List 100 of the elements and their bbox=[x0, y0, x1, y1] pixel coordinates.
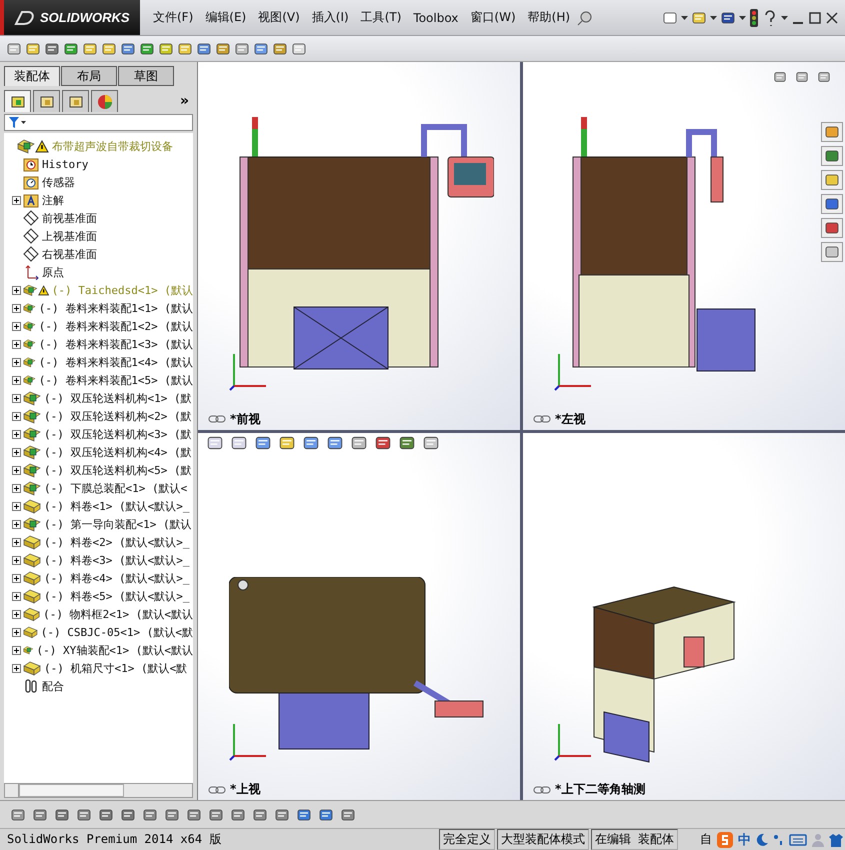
expand-toggle-icon[interactable] bbox=[12, 322, 21, 330]
tree-item[interactable]: (-) 料卷<5> (默认<默认>_ bbox=[44, 588, 190, 604]
moon-icon[interactable] bbox=[755, 832, 769, 846]
sketch-tool-icon[interactable] bbox=[54, 806, 70, 822]
expand-toggle-icon[interactable] bbox=[12, 466, 21, 474]
tree-item[interactable]: (-) 双压轮送料机构<3> (默 bbox=[44, 426, 192, 442]
expand-toggle-icon[interactable] bbox=[12, 556, 21, 564]
tree-item[interactable]: 上视基准面 bbox=[42, 228, 97, 244]
viewport[interactable]: *上下二等角轴测 bbox=[523, 432, 845, 800]
expand-toggle-icon[interactable] bbox=[12, 376, 21, 384]
open-folder-icon[interactable] bbox=[691, 10, 707, 26]
tree-item[interactable]: (-) 第一导向装配<1> (默认 bbox=[44, 516, 192, 532]
tree-item[interactable]: (-) 料卷<1> (默认<默认>_ bbox=[44, 498, 190, 514]
caret-icon[interactable] bbox=[739, 16, 746, 20]
tree-item[interactable]: 配合 bbox=[42, 678, 64, 694]
caret-icon[interactable] bbox=[710, 16, 717, 20]
view-tool-icon[interactable] bbox=[350, 434, 368, 452]
expand-toggle-icon[interactable] bbox=[12, 574, 21, 582]
toolbar-tool-icon[interactable] bbox=[25, 40, 41, 56]
sketch-tool-icon[interactable] bbox=[208, 806, 224, 822]
view-tool-icon[interactable] bbox=[374, 434, 392, 452]
task-pane-button[interactable] bbox=[821, 122, 843, 142]
panel-tab[interactable]: 草图 bbox=[118, 66, 174, 86]
toolbar-tool-icon[interactable] bbox=[177, 40, 193, 56]
traffic-light-icon[interactable] bbox=[749, 8, 759, 26]
tree-item[interactable]: (-) CSBJC-05<1> (默认<默 bbox=[40, 624, 193, 640]
horizontal-scrollbar[interactable] bbox=[4, 783, 193, 798]
expand-toggle-icon[interactable] bbox=[12, 538, 21, 546]
sketch-tool-icon[interactable] bbox=[98, 806, 114, 822]
toolbar-tool-icon[interactable] bbox=[158, 40, 174, 56]
sketch-tool-icon[interactable] bbox=[32, 806, 48, 822]
menu-item[interactable]: 文件(F) bbox=[148, 6, 198, 30]
expand-toggle-icon[interactable] bbox=[12, 358, 21, 366]
sketch-tool-icon[interactable] bbox=[142, 806, 158, 822]
punctuation-icon[interactable] bbox=[773, 832, 785, 846]
ime-logo-icon[interactable] bbox=[716, 830, 734, 848]
filter-field[interactable] bbox=[4, 114, 193, 131]
view-tool-icon[interactable] bbox=[206, 434, 224, 452]
toolbar-tool-icon[interactable] bbox=[101, 40, 117, 56]
tree-item[interactable]: (-) 卷料来料装配1<5> (默认 bbox=[38, 372, 193, 388]
panel-tab[interactable]: 布局 bbox=[61, 66, 117, 86]
tree-item[interactable]: (-) 料卷<3> (默认<默认>_ bbox=[44, 552, 190, 568]
new-document-icon[interactable] bbox=[662, 10, 678, 26]
view-tool-icon[interactable] bbox=[326, 434, 344, 452]
caret-icon[interactable] bbox=[681, 16, 688, 20]
tree-item[interactable]: 右视基准面 bbox=[42, 246, 97, 262]
toolbar-tool-icon[interactable] bbox=[215, 40, 231, 56]
tree-item[interactable]: (-) XY轴装配<1> (默认<默认 bbox=[36, 642, 193, 658]
task-pane-button[interactable] bbox=[821, 218, 843, 238]
menu-item[interactable]: 视图(V) bbox=[253, 6, 305, 30]
sketch-tool-icon[interactable] bbox=[318, 806, 334, 822]
viewport[interactable]: *左视 bbox=[523, 62, 845, 430]
view-tool-icon[interactable] bbox=[398, 434, 416, 452]
toolbar-tool-icon[interactable] bbox=[63, 40, 79, 56]
menu-item[interactable]: Toolbox bbox=[408, 6, 464, 30]
tree-item[interactable]: (-) 物料框2<1> (默认<默认 bbox=[43, 606, 193, 622]
task-pane-button[interactable] bbox=[821, 146, 843, 166]
sketch-tool-icon[interactable] bbox=[164, 806, 180, 822]
expand-toggle-icon[interactable] bbox=[12, 646, 21, 654]
view-tool-icon[interactable] bbox=[254, 434, 272, 452]
toolbar-tool-icon[interactable] bbox=[82, 40, 98, 56]
shirt-icon[interactable] bbox=[829, 832, 843, 846]
expand-toggle-icon[interactable] bbox=[12, 412, 21, 420]
tree-item[interactable]: (-) 卷料来料装配1<4> (默认 bbox=[38, 354, 193, 370]
menu-item[interactable]: 帮助(H) bbox=[522, 6, 576, 30]
feature-tree-tab[interactable] bbox=[4, 90, 31, 112]
tree-item[interactable]: 布带超声波自带裁切设备 bbox=[52, 138, 173, 154]
viewport-control-icon[interactable] bbox=[773, 70, 787, 84]
expand-toggle-icon[interactable] bbox=[12, 340, 21, 348]
menu-item[interactable]: 工具(T) bbox=[356, 6, 406, 30]
tree-item[interactable]: (-) Taichedsd<1> (默认 bbox=[52, 282, 193, 298]
toolbar-tool-icon[interactable] bbox=[6, 40, 22, 56]
toolbar-tool-icon[interactable] bbox=[139, 40, 155, 56]
configuration-tab[interactable] bbox=[62, 90, 89, 112]
tree-item[interactable]: History bbox=[42, 158, 88, 170]
expand-toggle-icon[interactable] bbox=[12, 628, 21, 636]
view-tool-icon[interactable] bbox=[230, 434, 248, 452]
sketch-tool-icon[interactable] bbox=[274, 806, 290, 822]
tree-item[interactable]: (-) 料卷<4> (默认<默认>_ bbox=[44, 570, 190, 586]
sketch-tool-icon[interactable] bbox=[76, 806, 92, 822]
more-tabs-button[interactable]: » bbox=[176, 93, 193, 109]
toolbar-tool-icon[interactable] bbox=[44, 40, 60, 56]
expand-toggle-icon[interactable] bbox=[12, 286, 21, 294]
tree-item[interactable]: (-) 下膜总装配<1> (默认< bbox=[44, 480, 188, 496]
task-pane-button[interactable] bbox=[821, 170, 843, 190]
keyboard-icon[interactable] bbox=[789, 832, 807, 846]
expand-toggle-icon[interactable] bbox=[12, 430, 21, 438]
viewport[interactable]: *上视 bbox=[198, 432, 520, 800]
tree-item[interactable]: (-) 机箱尺寸<1> (默认<默 bbox=[44, 660, 188, 676]
viewport[interactable]: *前视 bbox=[198, 62, 520, 430]
expand-toggle-icon[interactable] bbox=[12, 196, 21, 204]
tree-item[interactable]: 前视基准面 bbox=[42, 210, 97, 226]
toolbar-tool-icon[interactable] bbox=[196, 40, 212, 56]
expand-toggle-icon[interactable] bbox=[12, 502, 21, 510]
tree-item[interactable]: (-) 双压轮送料机构<2> (默 bbox=[44, 408, 192, 424]
tree-item[interactable]: 注解 bbox=[42, 192, 64, 208]
task-pane-button[interactable] bbox=[821, 194, 843, 214]
sketch-tool-icon[interactable] bbox=[120, 806, 136, 822]
expand-toggle-icon[interactable] bbox=[12, 484, 21, 492]
toolbar-tool-icon[interactable] bbox=[120, 40, 136, 56]
